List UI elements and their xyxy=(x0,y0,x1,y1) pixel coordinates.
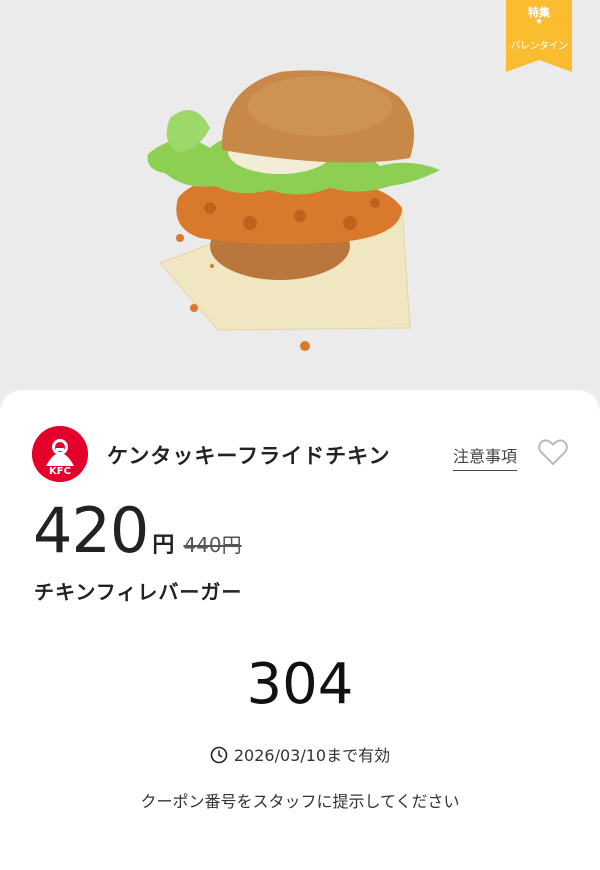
clock-icon xyxy=(210,746,228,764)
colonel-logo-icon: KFC xyxy=(32,426,88,482)
validity-row: 2026/03/10まで有効 xyxy=(0,742,600,766)
instruction-text: クーポン番号をスタッフに提示してください xyxy=(140,792,460,811)
feature-badge[interactable]: 特集 ★ バレンタイン xyxy=(506,0,572,72)
kfc-logo: KFC xyxy=(32,426,88,482)
burger-image xyxy=(147,70,440,351)
badge-star-icon: ★ xyxy=(534,17,544,27)
current-price: 420 xyxy=(33,494,149,567)
shop-name: ケンタッキーフライドチキン xyxy=(107,444,391,468)
product-name: チキンフィレバーガー xyxy=(34,580,243,604)
notes-link[interactable]: 注意事項 xyxy=(453,443,518,471)
price-unit: 円 xyxy=(152,533,175,558)
logo-text: KFC xyxy=(49,466,71,477)
product-hero: 特集 ★ バレンタイン xyxy=(0,0,600,400)
badge-label-bottom: バレンタイン xyxy=(510,41,569,52)
original-price: 440円 xyxy=(183,533,242,557)
coupon-code: 304 xyxy=(246,652,354,717)
validity-text: 2026/03/10まで有効 xyxy=(233,746,391,765)
price-row: 420 円 440円 xyxy=(33,494,242,567)
heart-outline-icon[interactable] xyxy=(538,438,568,466)
coupon-card: KFC ケンタッキーフライドチキン 注意事項 420 円 440円 チキンフィレバ… xyxy=(0,390,600,870)
